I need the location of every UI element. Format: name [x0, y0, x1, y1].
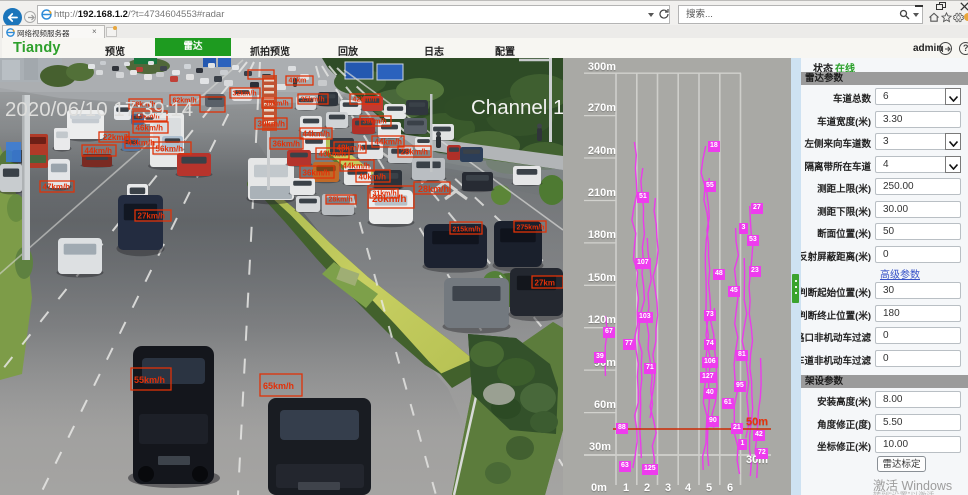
- svg-text:39km/h: 39km/h: [363, 119, 387, 126]
- svg-text:41km: 41km: [289, 78, 307, 85]
- svg-text:44km/h: 44km/h: [343, 162, 371, 171]
- svg-text:Channel 1: Channel 1: [471, 96, 563, 119]
- svg-text:2020/06/10 17:39:14: 2020/06/10 17:39:14: [5, 98, 193, 121]
- svg-text:43km/h: 43km/h: [128, 139, 156, 148]
- svg-text:44km/h: 44km/h: [303, 130, 331, 139]
- svg-text:44km/h: 44km/h: [85, 147, 113, 156]
- svg-text:28km/h: 28km/h: [418, 184, 449, 194]
- svg-text:40km/h: 40km/h: [359, 173, 387, 182]
- svg-text:38km/h: 38km/h: [265, 101, 289, 108]
- svg-text:44km/h: 44km/h: [375, 138, 403, 147]
- svg-text:47km/h: 47km/h: [43, 183, 71, 192]
- svg-text:28km/h: 28km/h: [372, 194, 406, 205]
- svg-text:56km/h: 56km/h: [156, 145, 184, 154]
- svg-text:46km/h: 46km/h: [136, 124, 164, 133]
- svg-text:32km/h: 32km/h: [233, 91, 257, 98]
- svg-text:36km/h: 36km/h: [273, 140, 301, 149]
- svg-text:65km/h: 65km/h: [263, 381, 294, 391]
- svg-text:42km/h: 42km/h: [353, 97, 377, 104]
- svg-text:36km/h: 36km/h: [303, 169, 331, 178]
- svg-text:275km/h: 275km/h: [517, 225, 545, 232]
- svg-text:215km/h: 215km/h: [453, 227, 481, 234]
- svg-text:27km: 27km: [535, 279, 555, 288]
- svg-text:30km/h: 30km/h: [258, 120, 286, 129]
- svg-text:28km/h: 28km/h: [329, 197, 353, 204]
- svg-text:55km/h: 55km/h: [134, 375, 165, 385]
- svg-text:27km/h: 27km/h: [138, 212, 166, 221]
- svg-text:35km/h: 35km/h: [301, 97, 325, 104]
- svg-text:28km/h: 28km/h: [401, 148, 429, 157]
- svg-text:48km/h: 48km/h: [337, 144, 365, 153]
